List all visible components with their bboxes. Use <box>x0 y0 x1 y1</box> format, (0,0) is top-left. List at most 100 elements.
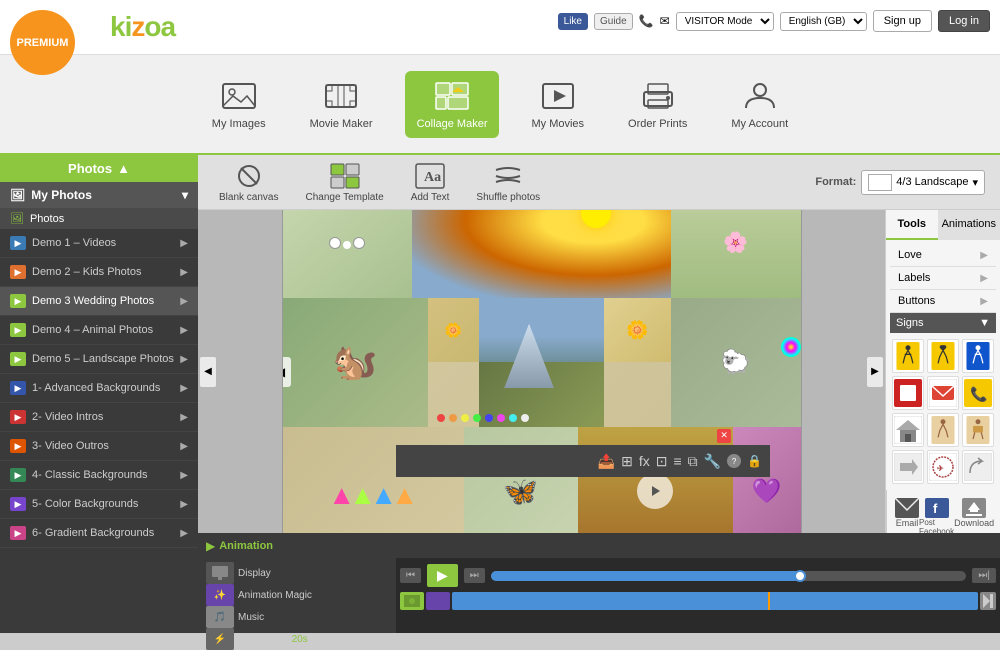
sign-curvy-arrow[interactable] <box>962 450 994 484</box>
cell-top-right[interactable]: 🌸 <box>671 210 801 298</box>
dot-green[interactable] <box>473 414 481 422</box>
cell-top-left[interactable] <box>283 210 413 298</box>
visitor-mode-select[interactable]: VISITOR Mode <box>676 12 774 31</box>
crop-icon[interactable]: ⊡ <box>656 453 668 470</box>
nav-my-images[interactable]: My Images <box>200 71 278 138</box>
cell-floral-sm[interactable]: 🌼 <box>428 298 480 362</box>
sign-pedestrian-blue[interactable] <box>962 339 994 373</box>
share-icon[interactable]: 📤 <box>598 453 615 470</box>
blank-canvas-tool[interactable]: Blank canvas <box>213 158 284 207</box>
tl-frame-2[interactable] <box>426 592 450 610</box>
cell-wheat[interactable]: ✕ <box>578 427 733 533</box>
sidebar-item-demo3[interactable]: ▶ Demo 3 Wedding Photos ▶ <box>0 287 198 316</box>
nav-collage-maker[interactable]: Collage Maker <box>405 71 500 138</box>
demo2-arrow: ▶ <box>180 267 188 278</box>
tl-end-marker[interactable] <box>980 592 996 610</box>
cell-butterfly[interactable]: 🦋 <box>464 427 578 533</box>
cell-sheep[interactable]: 🐑 <box>671 298 801 427</box>
tl-frame-main[interactable] <box>452 592 978 610</box>
sign-house[interactable] <box>892 413 924 447</box>
guide-button[interactable]: Guide <box>594 13 633 30</box>
nav-order-prints[interactable]: Order Prints <box>616 71 699 138</box>
tools-labels-row[interactable]: Labels ▶ <box>890 267 996 290</box>
sign-walking-yellow[interactable] <box>892 339 924 373</box>
dot-white[interactable] <box>521 414 529 422</box>
tab-tools[interactable]: Tools <box>886 210 938 240</box>
nav-my-movies[interactable]: My Movies <box>519 71 596 138</box>
color-picker-button[interactable] <box>781 337 801 357</box>
layers-icon[interactable]: ≡ <box>673 453 681 469</box>
tl-end-button[interactable]: ⏭| <box>972 568 996 583</box>
tl-frame-1[interactable] <box>400 592 424 610</box>
sign-red-square[interactable] <box>892 376 924 410</box>
cell-squirrel[interactable]: 🐿️ <box>283 298 428 427</box>
sign-arrow[interactable] <box>892 450 924 484</box>
tl-prev-button[interactable]: ⏮ <box>400 568 421 583</box>
tl-scrubber[interactable] <box>794 570 806 582</box>
sidebar-item-bg5[interactable]: ▶ 5- Color Backgrounds ▶ <box>0 490 198 519</box>
sign-email[interactable] <box>927 376 959 410</box>
cell-bunting[interactable] <box>283 427 464 533</box>
nav-movie-maker[interactable]: Movie Maker <box>298 71 385 138</box>
sidebar-item-demo2[interactable]: ▶ Demo 2 – Kids Photos ▶ <box>0 258 198 287</box>
dot-red[interactable] <box>437 414 445 422</box>
email-save-item[interactable]: Email <box>895 498 919 533</box>
sign-worker[interactable] <box>927 339 959 373</box>
sidebar-item-bg3[interactable]: ▶ 3- Video Outros ▶ <box>0 432 198 461</box>
download-item[interactable]: Download <box>954 498 994 533</box>
sidebar-item-demo4[interactable]: ▶ Demo 4 – Animal Photos ▶ <box>0 316 198 345</box>
post-fb-item[interactable]: f Post Facebook <box>919 498 954 533</box>
tools-icon[interactable]: 🔧 <box>704 453 721 470</box>
collage-icon <box>432 79 472 114</box>
sign-carrying[interactable] <box>962 413 994 447</box>
dot-purple[interactable] <box>497 414 505 422</box>
cell-floral2[interactable]: 🌼 <box>604 298 671 362</box>
cell-top-center[interactable] <box>412 210 671 298</box>
format-dropdown[interactable]: 4/3 Landscape ▾ <box>861 170 985 195</box>
login-button[interactable]: Log in <box>938 10 990 32</box>
sidebar-item-bg1[interactable]: ▶ 1- Advanced Backgrounds ▶ <box>0 374 198 403</box>
canvas-left-nav[interactable]: ◀ <box>282 357 291 387</box>
sidebar-item-bg2[interactable]: ▶ 2- Video Intros ▶ <box>0 403 198 432</box>
play-button[interactable] <box>637 473 673 509</box>
grid-icon[interactable]: ⊞ <box>621 453 633 470</box>
more-options-button[interactable]: ? <box>727 454 741 468</box>
sidebar-item-bg4[interactable]: ▶ 4- Classic Backgrounds ▶ <box>0 461 198 490</box>
tab-animations[interactable]: Animations <box>938 210 1000 240</box>
sidebar-photos-item[interactable]: 🖼 Photos <box>0 208 198 229</box>
tools-love-row[interactable]: Love ▶ <box>890 244 996 267</box>
filter-icon[interactable]: ⧉ <box>688 453 698 470</box>
tools-signs-section[interactable]: Signs ▼ <box>890 313 996 333</box>
tl-progress-bar[interactable] <box>491 571 967 581</box>
sign-telephone[interactable]: 📞 <box>962 376 994 410</box>
tl-next-button[interactable]: ⏭ <box>464 568 485 583</box>
fb-like-button[interactable]: Like <box>558 13 588 30</box>
dot-yellow[interactable] <box>461 414 469 422</box>
dot-orange[interactable] <box>449 414 457 422</box>
lock-icon[interactable]: 🔒 <box>747 454 762 468</box>
tools-buttons-row[interactable]: Buttons ▶ <box>890 290 996 313</box>
canvas-nav-right[interactable]: ▶ <box>867 357 883 387</box>
change-template-tool[interactable]: Change Template <box>299 158 389 207</box>
close-button[interactable]: ✕ <box>717 429 731 443</box>
sidebar-item-bg6[interactable]: ▶ 6- Gradient Backgrounds ▶ <box>0 519 198 548</box>
cell-mountains[interactable] <box>479 298 603 427</box>
fx-icon[interactable]: fx <box>639 453 650 469</box>
bg6-icon: ▶ <box>10 526 26 540</box>
tl-play-button[interactable]: ▶ <box>427 564 458 587</box>
canvas-nav-left[interactable]: ◀ <box>200 357 216 387</box>
add-text-tool[interactable]: Aa Add Text <box>405 158 456 207</box>
sidebar-my-photos[interactable]: 🖼 My Photos ▾ <box>0 182 198 208</box>
shuffle-photos-tool[interactable]: Shuffle photos <box>470 158 546 207</box>
sign-stamp[interactable]: ✈ <box>927 450 959 484</box>
dot-blue[interactable] <box>485 414 493 422</box>
dot-cyan[interactable] <box>509 414 517 422</box>
sign-walking-beige[interactable] <box>927 413 959 447</box>
sidebar-item-demo1[interactable]: ▶ Demo 1 – Videos ▶ <box>0 229 198 258</box>
language-select[interactable]: English (GB) <box>780 12 867 31</box>
cell-flowers[interactable]: 💜 <box>733 427 800 533</box>
shuffle-photos-label: Shuffle photos <box>476 192 540 203</box>
nav-my-account[interactable]: My Account <box>719 71 800 138</box>
sidebar-item-demo5[interactable]: ▶ Demo 5 – Landscape Photos ▶ <box>0 345 198 374</box>
signup-button[interactable]: Sign up <box>873 10 932 32</box>
